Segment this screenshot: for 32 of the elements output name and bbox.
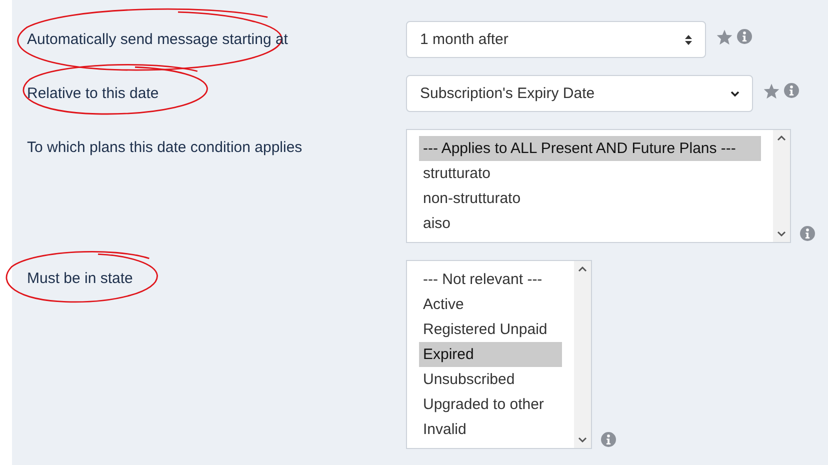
star-icon[interactable] bbox=[716, 29, 733, 45]
info-icon[interactable] bbox=[784, 83, 799, 98]
list-option[interactable]: aiso bbox=[419, 211, 761, 236]
list-option[interactable]: --- Applies to ALL Present AND Future Plans --- bbox=[419, 136, 761, 161]
select-field[interactable]: Subscription's Expiry Date bbox=[406, 75, 753, 112]
info-icon[interactable] bbox=[737, 29, 752, 44]
up-down-arrows-icon bbox=[684, 34, 693, 46]
list-option[interactable]: Invalid bbox=[419, 417, 562, 442]
list-box[interactable]: --- Not relevant --- Active Registered Unpaid Expired Unsubscribed Upgraded to other Invalid bbox=[406, 260, 592, 449]
select-field[interactable]: 1 month after bbox=[406, 21, 706, 58]
list-option[interactable]: strutturato bbox=[419, 161, 761, 186]
scrollbar[interactable] bbox=[773, 130, 790, 242]
field-label: Relative to this date bbox=[27, 85, 159, 102]
scrollbar[interactable] bbox=[574, 261, 591, 448]
scroll-down-icon[interactable] bbox=[578, 437, 587, 443]
list-option[interactable]: non-strutturato bbox=[419, 186, 761, 211]
field-label: To which plans this date condition applies bbox=[27, 139, 302, 156]
list-option[interactable]: --- Not relevant --- bbox=[419, 267, 562, 292]
star-icon[interactable] bbox=[763, 83, 780, 99]
info-icon[interactable] bbox=[601, 432, 616, 447]
list-option[interactable]: Unsubscribed bbox=[419, 367, 562, 392]
scroll-up-icon[interactable] bbox=[578, 266, 587, 272]
list-option[interactable]: Active bbox=[419, 292, 562, 317]
field-label: Must be in state bbox=[27, 270, 133, 287]
list-option[interactable]: Registered Unpaid bbox=[419, 317, 562, 342]
scroll-up-icon[interactable] bbox=[777, 135, 786, 141]
chevron-down-icon bbox=[730, 90, 740, 98]
list-option[interactable]: Upgraded to other bbox=[419, 392, 562, 417]
list-option[interactable]: Expired bbox=[419, 342, 562, 367]
list-box[interactable]: --- Applies to ALL Present AND Future Plans --- strutturato non-strutturato aiso bbox=[406, 129, 791, 243]
scroll-down-icon[interactable] bbox=[777, 231, 786, 237]
info-icon[interactable] bbox=[800, 226, 815, 241]
